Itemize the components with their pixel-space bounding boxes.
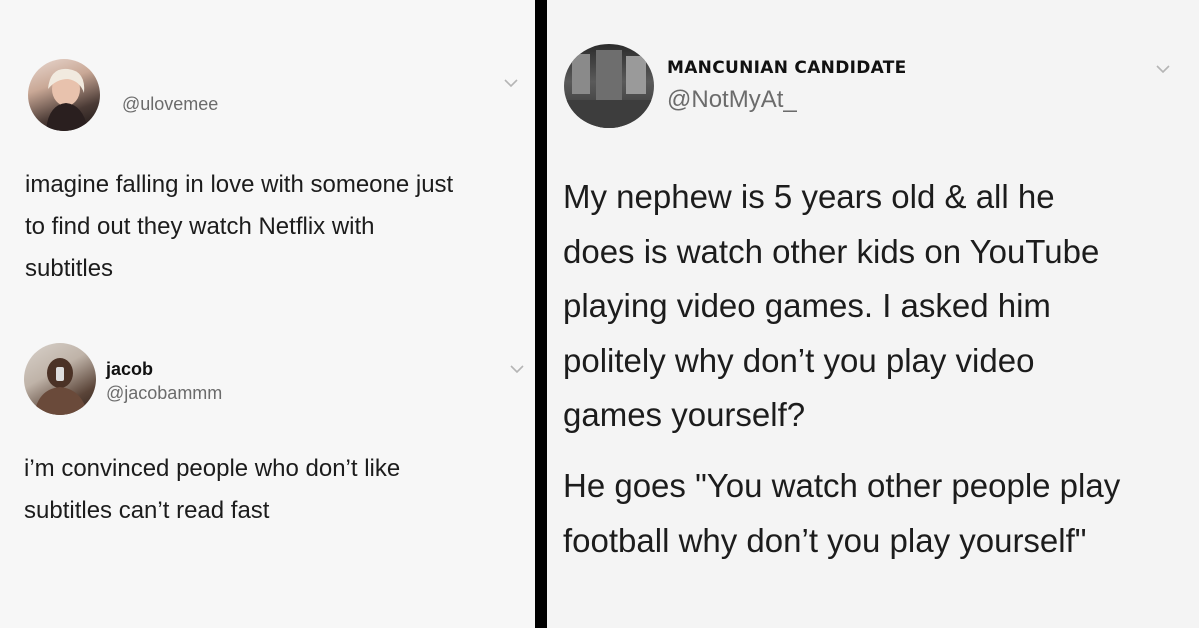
tweet-text: My nephew is 5 years old & all he does i…	[563, 170, 1099, 443]
tweet-line: He goes "You watch other people play	[563, 467, 1121, 504]
avatar[interactable]	[24, 343, 96, 415]
avatar-image	[564, 50, 654, 128]
chevron-down-icon[interactable]	[1155, 64, 1171, 74]
tweet-line: i’m convinced people who don’t like	[24, 455, 401, 482]
avatar-image	[34, 358, 88, 415]
tweet-line: does is watch other kids on YouTube	[563, 232, 1100, 270]
user-handle[interactable]: @ulovemee	[122, 94, 218, 115]
tweet-line: imagine falling in love with someone jus…	[25, 171, 454, 198]
user-handle[interactable]: @jacobammm	[106, 383, 222, 404]
tweet-line: playing video games. I asked him	[563, 287, 1051, 324]
tweet-line: subtitles can’t read fast	[24, 497, 270, 524]
avatar[interactable]	[28, 59, 100, 131]
avatar[interactable]	[564, 44, 654, 128]
avatar-image	[46, 68, 88, 131]
tweet-line: football why don’t you play yourself"	[563, 521, 1087, 559]
tweet-line: politely why don’t you play video	[563, 341, 1035, 379]
tweet-line: games yourself?	[563, 396, 806, 433]
divider	[535, 0, 547, 628]
tweet-text: imagine falling in love with someone jus…	[25, 164, 453, 290]
user-name[interactable]: MANCUNIAN CANDIDATE	[667, 58, 907, 78]
user-name[interactable]: jacob	[106, 359, 153, 380]
tweet-line: My nephew is 5 years old & all he	[563, 178, 1055, 215]
tweet-line: subtitles	[25, 255, 114, 282]
chevron-down-icon[interactable]	[503, 78, 519, 88]
tweet-text: He goes "You watch other people play foo…	[563, 459, 1120, 568]
tweet-text: i’m convinced people who don’t like subt…	[24, 448, 400, 532]
tweet-line: to find out they watch Netflix with	[25, 213, 375, 240]
user-handle[interactable]: @NotMyAt_	[667, 86, 797, 114]
chevron-down-icon[interactable]	[509, 364, 525, 374]
left-panel: @ulovemee imagine falling in love with s…	[0, 0, 535, 628]
